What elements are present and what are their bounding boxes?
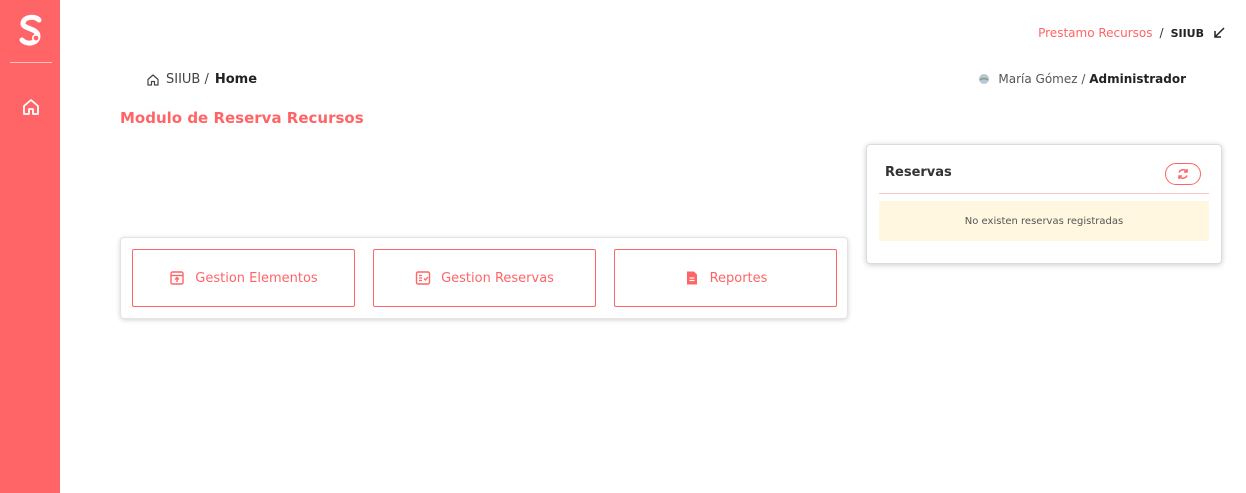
arrow-down-left-icon[interactable] xyxy=(1212,26,1226,40)
checklist-icon xyxy=(415,271,431,285)
gestion-elementos-label: Gestion Elementos xyxy=(195,270,318,286)
reportes-button[interactable]: Reportes xyxy=(614,249,837,307)
reservas-card: Reservas No existen reservas registradas xyxy=(866,144,1222,264)
reservas-title: Reservas xyxy=(885,165,952,180)
actions-card: Gestion Elementos Gestion Reservas Repor… xyxy=(120,237,848,319)
top-breadcrumb-current: SIIUB xyxy=(1170,26,1204,40)
user-name: María Gómez / xyxy=(998,72,1090,86)
document-icon xyxy=(686,271,697,285)
sidebar xyxy=(0,0,60,493)
avatar xyxy=(979,74,990,84)
archive-up-icon xyxy=(170,271,184,285)
refresh-icon xyxy=(1178,169,1188,179)
sidebar-divider xyxy=(10,62,52,63)
gestion-reservas-button[interactable]: Gestion Reservas xyxy=(373,249,596,307)
empty-reservas-alert: No existen reservas registradas xyxy=(879,201,1209,241)
user-role: Administrador xyxy=(1089,72,1186,86)
reservas-divider xyxy=(879,193,1209,194)
breadcrumb-root[interactable]: SIIUB / xyxy=(166,72,209,87)
breadcrumb: SIIUB / Home xyxy=(146,72,257,87)
s-logo-icon[interactable] xyxy=(18,14,44,50)
gestion-reservas-label: Gestion Reservas xyxy=(441,270,554,286)
page-title: Modulo de Reserva Recursos xyxy=(120,109,364,127)
refresh-button[interactable] xyxy=(1165,163,1201,185)
home-icon[interactable] xyxy=(146,73,160,87)
prestamo-recursos-link[interactable]: Prestamo Recursos xyxy=(1038,26,1152,40)
breadcrumb-current: Home xyxy=(214,72,258,87)
empty-reservas-message: No existen reservas registradas xyxy=(964,215,1124,227)
top-breadcrumb-separator: / xyxy=(1159,26,1164,40)
user-info: María Gómez / Administrador xyxy=(978,72,1186,86)
reportes-label: Reportes xyxy=(709,270,768,286)
top-breadcrumb: Prestamo Recursos / SIIUB xyxy=(1038,26,1226,40)
home-icon[interactable] xyxy=(21,97,41,117)
gestion-elementos-button[interactable]: Gestion Elementos xyxy=(132,249,355,307)
